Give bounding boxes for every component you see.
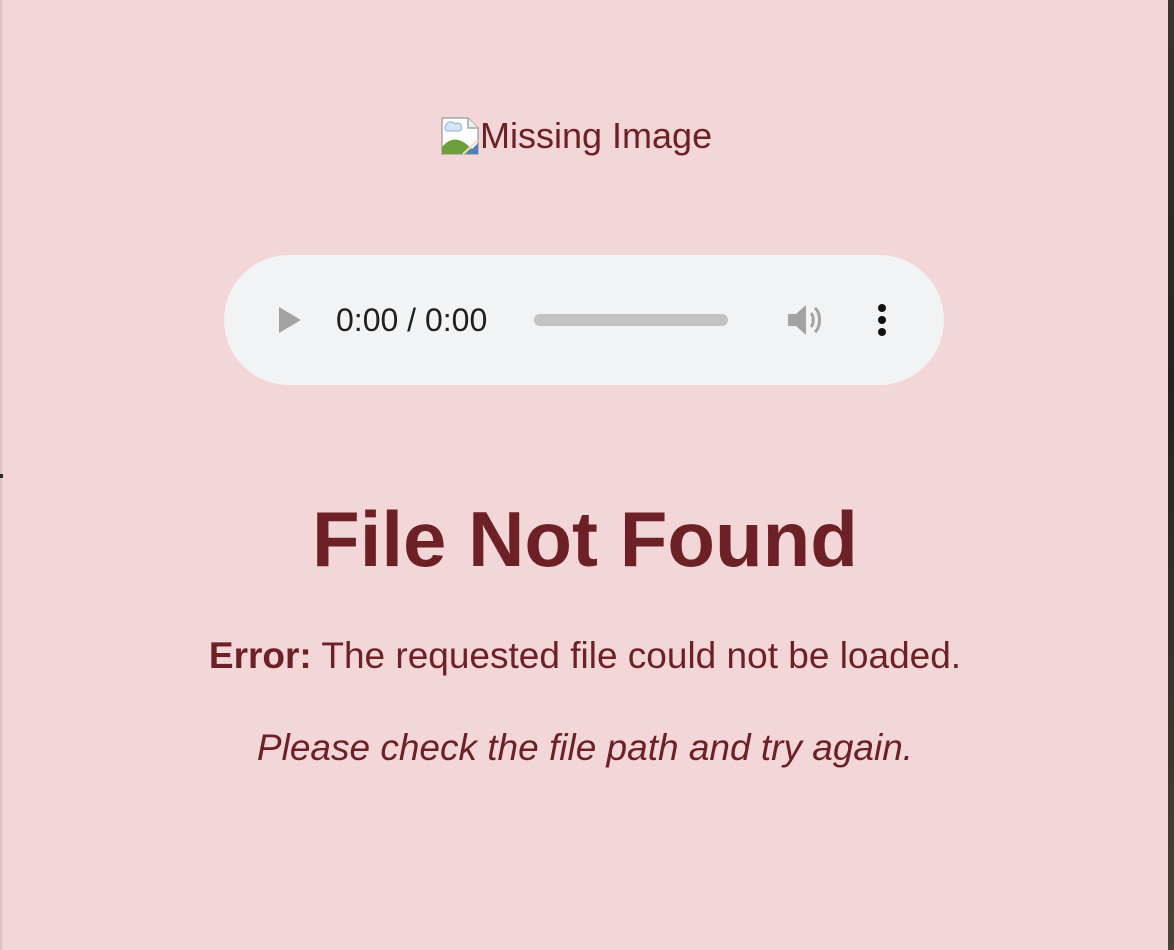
error-text: The requested file could not be loaded. [311, 635, 962, 676]
broken-image: Missing Image [441, 116, 712, 156]
time-display: 0:00 / 0:00 [336, 302, 488, 338]
window-right-edge [1168, 0, 1174, 950]
progress-bar[interactable] [534, 314, 728, 326]
error-message: Error: The requested file could not be l… [2, 634, 1168, 678]
error-label: Error: [208, 635, 312, 676]
play-icon[interactable] [276, 306, 304, 334]
cursor-mark [0, 474, 3, 478]
volume-icon[interactable] [784, 300, 826, 340]
page-title: File Not Found [312, 495, 858, 583]
broken-image-icon [441, 117, 479, 155]
hint-message: Please check the file path and try again… [256, 727, 914, 768]
image-alt-text: Missing Image [480, 115, 713, 156]
more-vertical-icon[interactable] [868, 300, 896, 340]
